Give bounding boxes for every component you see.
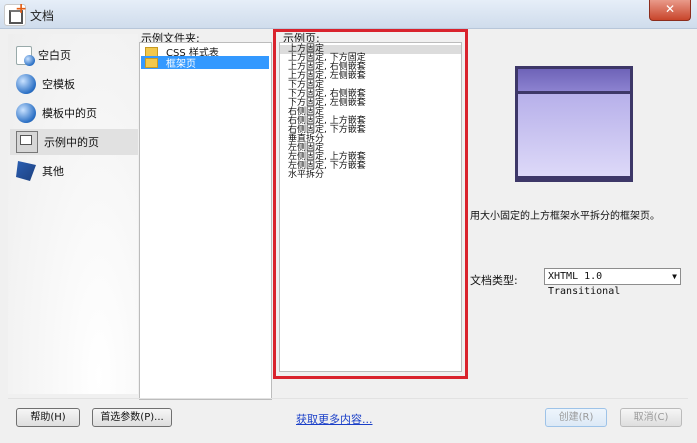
highlight-annotation	[273, 29, 468, 379]
folder-icon	[145, 57, 158, 68]
sidebar-item-page-from-sample[interactable]: 示例中的页	[10, 129, 138, 155]
globe-icon	[16, 74, 36, 94]
sample-page-icon	[16, 131, 38, 153]
get-more-content-link[interactable]: 获取更多内容...	[296, 411, 373, 427]
sidebar-item-label: 空白页	[38, 49, 71, 62]
title-bar: + 文档 ✕	[0, 0, 697, 29]
category-sidebar: 空白页 空模板 模板中的页 示例中的页 其他	[8, 34, 138, 394]
preferences-button[interactable]: 首选参数(P)...	[92, 408, 172, 427]
footer-divider	[8, 398, 688, 399]
folder-item-frames[interactable]: 框架页	[141, 56, 269, 70]
chevron-down-icon: ▼	[672, 272, 677, 281]
preview-body-frame	[518, 94, 630, 176]
sidebar-item-label: 其他	[42, 165, 64, 178]
other-icon	[16, 161, 36, 181]
close-button[interactable]: ✕	[649, 0, 691, 21]
sidebar-item-page-from-template[interactable]: 模板中的页	[10, 100, 138, 126]
sidebar-item-blank-template[interactable]: 空模板	[10, 71, 138, 97]
globe-doc-icon	[16, 45, 35, 66]
preview-description: 用大小固定的上方框架水平拆分的框架页。	[470, 211, 660, 222]
sidebar-item-label: 示例中的页	[44, 136, 99, 149]
sidebar-item-label: 模板中的页	[42, 107, 97, 120]
cancel-button[interactable]: 取消(C)	[620, 408, 682, 427]
app-icon: +	[4, 2, 27, 26]
sidebar-item-label: 空模板	[42, 78, 75, 91]
window-title: 文档	[30, 9, 55, 23]
folder-icon	[145, 46, 158, 57]
folder-list[interactable]: CSS 样式表 框架页	[139, 42, 272, 400]
doctype-select[interactable]: XHTML 1.0 Transitional ▼	[544, 268, 681, 297]
sidebar-item-blank-page[interactable]: 空白页	[10, 42, 138, 68]
create-button[interactable]: 创建(R)	[545, 408, 607, 427]
layout-preview	[515, 66, 633, 182]
folder-item-label: 框架页	[166, 59, 196, 70]
sidebar-item-other[interactable]: 其他	[10, 158, 138, 184]
help-button[interactable]: 帮助(H)	[16, 408, 80, 427]
globe-icon	[16, 103, 36, 123]
doctype-value: XHTML 1.0 Transitional	[548, 271, 621, 297]
preview-top-frame	[518, 69, 630, 94]
doctype-label: 文档类型:	[470, 274, 518, 287]
